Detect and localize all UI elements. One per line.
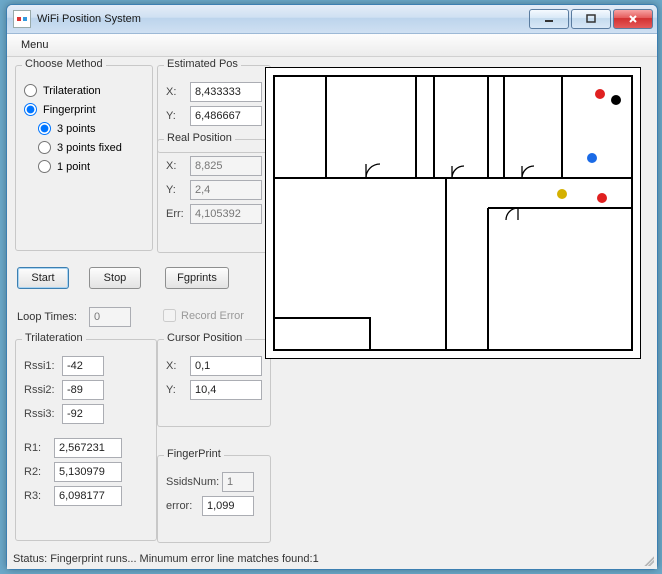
menu-strip: Menu [7,34,657,57]
trilateration-group: Trilateration Rssi1: Rssi2: Rssi3: R1: R… [15,339,157,541]
r2[interactable] [54,462,122,482]
app-icon [13,10,31,28]
estpos-x-label: X: [166,86,190,98]
fingerprint-caption: FingerPrint [164,448,224,460]
r3[interactable] [54,486,122,506]
rssi2[interactable] [62,380,104,400]
radio-1point-input[interactable] [38,160,51,173]
estpos-x[interactable] [190,82,262,102]
stop-button[interactable]: Stop [89,267,141,289]
radio-fingerprint[interactable]: Fingerprint [24,103,144,116]
realpos-x [190,156,262,176]
estimated-pos-caption: Estimated Pos [164,58,241,70]
fingerprint-error[interactable] [202,496,254,516]
window-title: WiFi Position System [37,13,141,25]
radio-3points-input[interactable] [38,122,51,135]
radio-3points[interactable]: 3 points [38,122,144,135]
real-position-group: Real Position X: Y: Err: [157,139,271,253]
close-button[interactable] [613,9,653,29]
radio-trilateration-input[interactable] [24,84,37,97]
estpos-y[interactable] [190,106,262,126]
status-text: Status: Fingerprint runs... Minumum erro… [13,553,319,565]
rssi3[interactable] [62,404,104,424]
radio-3points-fixed-input[interactable] [38,141,51,154]
titlebar[interactable]: WiFi Position System [7,5,657,34]
realpos-err [190,204,262,224]
realpos-err-label: Err: [166,208,190,220]
ssids-num [222,472,254,492]
maximize-button[interactable] [571,9,611,29]
cursor-position-caption: Cursor Position [164,332,245,344]
choose-method-group: Choose Method Trilateration Fingerprint … [15,65,153,251]
radio-1point[interactable]: 1 point [38,160,144,173]
client-area: Choose Method Trilateration Fingerprint … [7,57,657,549]
loop-times-label: Loop Times: [17,311,77,323]
start-button[interactable]: Start [17,267,69,289]
trilateration-caption: Trilateration [22,332,86,344]
cursor-x[interactable] [190,356,262,376]
realpos-y [190,180,262,200]
loop-times-value [89,307,131,327]
cursor-y[interactable] [190,380,262,400]
estpos-y-label: Y: [166,110,190,122]
record-error-input [163,309,176,322]
floorplan-canvas[interactable] [265,67,641,359]
realpos-y-label: Y: [166,184,190,196]
radio-trilateration[interactable]: Trilateration [24,84,144,97]
fingerprint-group: FingerPrint SsidsNum: error: [157,455,271,543]
cursor-position-group: Cursor Position X: Y: [157,339,271,427]
minimize-button[interactable] [529,9,569,29]
r1[interactable] [54,438,122,458]
radio-3points-fixed[interactable]: 3 points fixed [38,141,144,154]
menu-main[interactable]: Menu [13,37,57,53]
real-position-caption: Real Position [164,132,235,144]
resize-grip[interactable] [642,554,654,566]
rssi1[interactable] [62,356,104,376]
status-bar: Status: Fingerprint runs... Minumum erro… [7,549,657,569]
choose-method-caption: Choose Method [22,58,106,70]
app-window: WiFi Position System Menu Choose Method … [6,4,658,570]
record-error-checkbox: Record Error [163,309,244,322]
radio-fingerprint-input[interactable] [24,103,37,116]
fgprints-button[interactable]: Fgprints [165,267,229,289]
realpos-x-label: X: [166,160,190,172]
